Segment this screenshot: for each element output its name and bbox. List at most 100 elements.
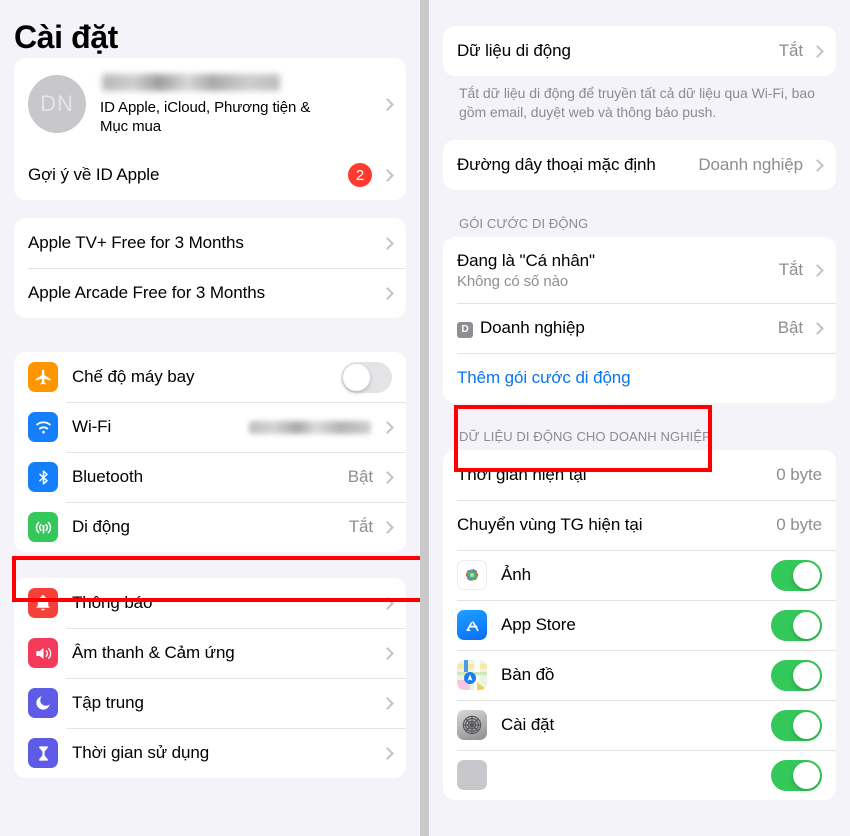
add-plan-link[interactable]: Thêm gói cước di động <box>457 368 822 388</box>
appstore-cellular-toggle[interactable] <box>771 609 822 641</box>
row-label: Ảnh <box>501 565 531 584</box>
sidebar-item-notifications[interactable]: Thông báo <box>14 578 406 628</box>
row-label: Dữ liệu di động <box>457 41 571 60</box>
sidebar-item-wifi[interactable]: Wi-Fi <box>14 402 406 452</box>
settings-cellular-toggle[interactable] <box>771 709 822 741</box>
row-app-maps[interactable]: Bàn đồ <box>443 650 836 700</box>
toggle-knob <box>793 711 820 739</box>
apple-id-suggestions-row[interactable]: Gợi ý về ID Apple 2 <box>14 150 406 200</box>
row-label: Apple Arcade Free for 3 Months <box>28 283 266 302</box>
row-label: Âm thanh & Cảm ứng <box>72 643 235 662</box>
focus-icon <box>28 688 58 718</box>
photos-cellular-toggle[interactable] <box>771 559 822 591</box>
row-plan-business[interactable]: D Doanh nghiệp Bật <box>443 303 836 353</box>
row-label: Wi-Fi <box>72 417 112 436</box>
row-label: Chế độ máy bay <box>72 367 195 386</box>
row-app-partial[interactable] <box>443 750 836 800</box>
row-cellular-data[interactable]: Dữ liệu di động Tắt <box>443 26 836 76</box>
row-label: Tập trung <box>72 693 144 712</box>
row-app-photos[interactable]: Ảnh <box>443 550 836 600</box>
row-label: Cài đặt <box>501 715 555 734</box>
toggle-knob <box>793 661 820 689</box>
row-value: Bật <box>777 318 803 337</box>
sidebar-item-screen-time[interactable]: Thời gian sử dụng <box>14 728 406 778</box>
plans-section-header: GÓI CƯỚC DI ĐỘNG <box>459 216 589 231</box>
sidebar-item-bluetooth[interactable]: Bluetooth Bật <box>14 452 406 502</box>
sim-letter-badge: D <box>457 321 473 338</box>
sidebar-item-focus[interactable]: Tập trung <box>14 678 406 728</box>
row-label: Đang là "Cá nhân" <box>457 250 595 270</box>
row-sublabel: Không có số nào <box>457 272 569 290</box>
cellular-data-card: Dữ liệu di động Tắt <box>443 26 836 76</box>
row-label: Apple TV+ Free for 3 Months <box>28 233 244 252</box>
row-label: Thời gian sử dụng <box>72 743 210 762</box>
apple-id-row[interactable]: DN ID Apple, iCloud, Phương tiện & Mục mu… <box>14 58 406 150</box>
sidebar-item-airplane-mode[interactable]: Chế độ máy bay <box>14 352 406 402</box>
row-value: Tắt <box>778 41 803 60</box>
row-label: Thông báo <box>72 593 153 612</box>
cellular-icon <box>28 512 58 542</box>
toggle-knob <box>793 561 820 589</box>
bluetooth-icon <box>28 462 58 492</box>
row-add-cellular-plan[interactable]: Thêm gói cước di động <box>443 353 836 403</box>
row-label: D Doanh nghiệp <box>457 318 778 338</box>
row-plan-personal[interactable]: Đang là "Cá nhân" Không có số nào Tắt <box>443 237 836 303</box>
avatar: DN <box>28 75 86 133</box>
chevron-right-icon <box>381 520 394 534</box>
chevron-right-icon <box>811 321 824 335</box>
row-value: 0 byte <box>776 465 822 484</box>
row-label: Gợi ý về ID Apple <box>28 165 160 184</box>
chevron-right-icon <box>811 263 824 277</box>
row-label: App Store <box>501 615 576 634</box>
chevron-right-icon <box>381 168 394 182</box>
system-card: Thông báo Âm thanh & Cảm ứng Tập trung T… <box>14 578 406 778</box>
plan-business-name: Doanh nghiệp <box>480 318 585 337</box>
apple-id-text: ID Apple, iCloud, Phương tiện & Mục mua <box>100 72 381 136</box>
promo-row-applearcade[interactable]: Apple Arcade Free for 3 Months <box>14 268 406 318</box>
page-title: Cài đặt <box>14 19 118 55</box>
status-badge: 2 <box>348 163 372 187</box>
row-value: 0 byte <box>776 515 822 534</box>
settings-icon <box>457 710 487 740</box>
chevron-right-icon <box>811 44 824 58</box>
row-app-appstore[interactable]: App Store <box>443 600 836 650</box>
chevron-right-icon <box>381 286 394 300</box>
chevron-right-icon <box>381 236 394 250</box>
sidebar-item-cellular[interactable]: Di động Tắt <box>14 502 406 552</box>
photos-icon <box>457 560 487 590</box>
row-label: Thời gian hiện tại <box>457 465 587 484</box>
chevron-right-icon <box>381 696 394 710</box>
row-label: Bluetooth <box>72 467 143 486</box>
row-default-voice-line[interactable]: Đường dây thoại mặc định Doanh nghiệp <box>443 140 836 190</box>
maps-cellular-toggle[interactable] <box>771 659 822 691</box>
sidebar-item-sounds-haptics[interactable]: Âm thanh & Cảm ứng <box>14 628 406 678</box>
row-value: Tắt <box>778 260 803 279</box>
connectivity-card: Chế độ máy bay Wi-Fi Bluetooth Bật Di độ… <box>14 352 406 552</box>
row-current-roaming[interactable]: Chuyển vùng TG hiện tại 0 byte <box>443 500 836 550</box>
cellular-data-footnote: Tắt dữ liệu di động để truyền tất cả dữ … <box>459 85 815 120</box>
row-label: Bàn đồ <box>501 665 555 684</box>
row-label: Đường dây thoại mặc định <box>457 155 656 174</box>
row-current-period[interactable]: Thời gian hiện tại 0 byte <box>443 450 836 500</box>
promotions-card: Apple TV+ Free for 3 Months Apple Arcade… <box>14 218 406 318</box>
row-value: Tắt <box>348 517 373 536</box>
appstore-icon <box>457 610 487 640</box>
chevron-right-icon <box>811 158 824 172</box>
chevron-right-icon <box>381 470 394 484</box>
cellular-settings-panel: Dữ liệu di động Tắt Tắt dữ liệu di động … <box>429 0 850 836</box>
generic-app-icon <box>457 760 487 790</box>
airplane-mode-toggle[interactable] <box>341 361 392 393</box>
chevron-right-icon <box>381 646 394 660</box>
chevron-right-icon <box>381 97 394 111</box>
toggle-knob <box>793 611 820 639</box>
chevron-right-icon <box>381 746 394 760</box>
row-label: Chuyển vùng TG hiện tại <box>457 515 643 534</box>
toggle-knob <box>343 363 370 391</box>
row-app-settings[interactable]: Cài đặt <box>443 700 836 750</box>
promo-row-appletv[interactable]: Apple TV+ Free for 3 Months <box>14 218 406 268</box>
toggle-knob <box>793 761 820 789</box>
chevron-right-icon <box>381 420 394 434</box>
plan-personal-text: Đang là "Cá nhân" Không có số nào <box>457 251 779 290</box>
default-line-card: Đường dây thoại mặc định Doanh nghiệp <box>443 140 836 190</box>
partial-app-cellular-toggle[interactable] <box>771 759 822 791</box>
